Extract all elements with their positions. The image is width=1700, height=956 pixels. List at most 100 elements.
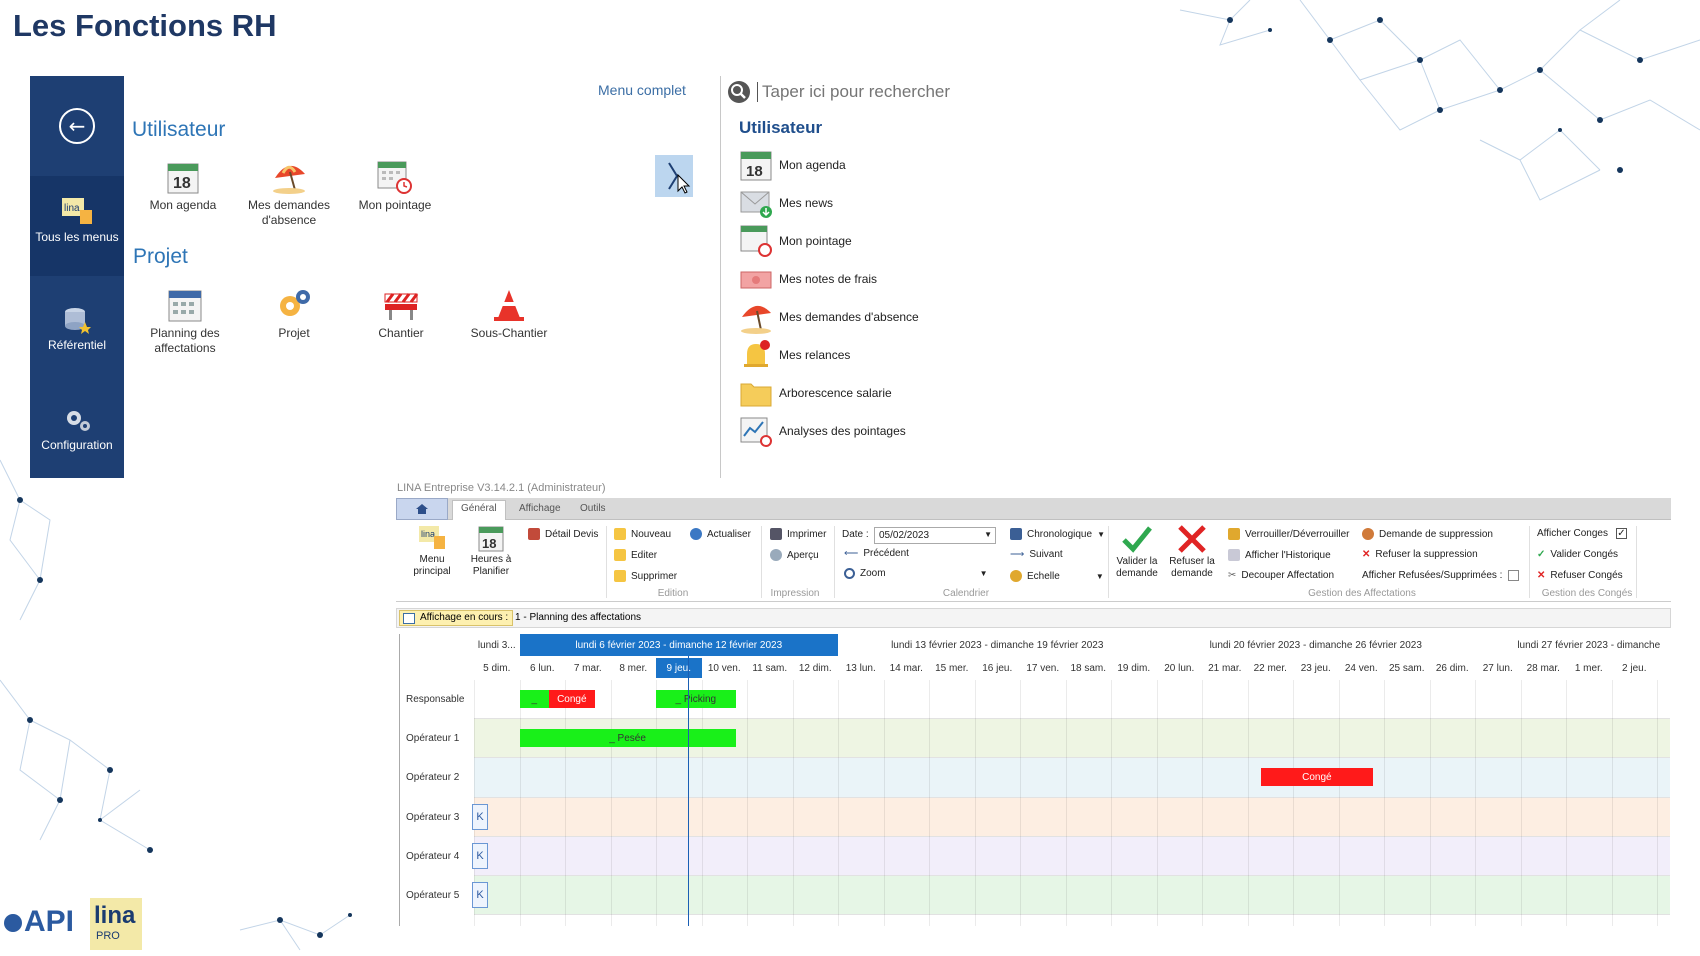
day-header[interactable]: 28 mar. <box>1521 658 1567 678</box>
list-item-mes-news[interactable]: Mes news <box>739 186 833 220</box>
day-header[interactable]: 8 mer. <box>611 658 657 678</box>
tile-planning-des-affectations[interactable]: Planning des affectations <box>130 288 240 356</box>
group-label-impression: Impression <box>770 588 820 599</box>
day-header[interactable]: 18 sam. <box>1066 658 1112 678</box>
grid-line <box>1065 680 1067 926</box>
tile-chantier[interactable]: Chantier <box>346 288 456 341</box>
day-header[interactable]: 7 mar. <box>565 658 611 678</box>
day-header[interactable]: 20 lun. <box>1157 658 1203 678</box>
day-header[interactable]: 19 dim. <box>1111 658 1157 678</box>
list-item-mon-agenda[interactable]: 18 Mon agenda <box>739 148 846 182</box>
actualiser-button[interactable]: Actualiser <box>690 528 751 540</box>
day-header[interactable]: 6 lun. <box>520 658 566 678</box>
apercu-button[interactable]: Aperçu <box>770 549 819 561</box>
expand-row-button[interactable]: K <box>472 882 488 908</box>
list-item-mes-notes-de-frais[interactable]: Mes notes de frais <box>739 262 877 296</box>
sidebar-item-configuration[interactable]: Configuration <box>30 388 124 478</box>
day-header[interactable]: 5 dim. <box>474 658 520 678</box>
expand-row-button[interactable]: K <box>472 803 488 830</box>
list-item-mes-demandes-absence[interactable]: Mes demandes d'absence <box>739 300 919 334</box>
demande-suppression-button[interactable]: Demande de suppression <box>1362 528 1493 540</box>
tab-outils[interactable]: Outils <box>572 501 614 516</box>
day-header[interactable]: 16 jeu. <box>975 658 1021 678</box>
list-item-analyses-des-pointages[interactable]: Analyses des pointages <box>739 414 906 448</box>
day-header[interactable]: 11 sam. <box>747 658 793 678</box>
day-header[interactable]: 23 jeu. <box>1293 658 1339 678</box>
resource-label: Responsable <box>406 694 465 706</box>
list-item-mes-relances[interactable]: Mes relances <box>739 338 850 372</box>
search-input[interactable] <box>757 82 1017 102</box>
sidebar-item-referentiel[interactable]: Référentiel <box>30 288 124 378</box>
group-label-calendrier: Calendrier <box>942 588 990 599</box>
tab-general[interactable]: Général <box>452 500 506 521</box>
supprimer-button[interactable]: Supprimer <box>614 570 677 582</box>
day-header[interactable]: 10 ven. <box>702 658 748 678</box>
afficher-historique-button[interactable]: Afficher l'Historique <box>1228 549 1331 561</box>
search-row <box>727 80 1017 104</box>
tile-projet[interactable]: Projet <box>239 288 349 341</box>
day-header[interactable]: 21 mar. <box>1202 658 1248 678</box>
nouveau-button[interactable]: Nouveau <box>614 528 671 540</box>
decouper-affectation-button[interactable]: ✂ Decouper Affectation <box>1228 570 1334 581</box>
valider-demande-button[interactable]: Valider la demande <box>1112 524 1162 580</box>
zoom-button[interactable]: Zoom ▼ <box>844 568 987 579</box>
suivant-button[interactable]: ⟶ Suivant <box>1010 549 1063 560</box>
day-header[interactable]: 1 mer. <box>1566 658 1612 678</box>
heures-a-planifier-button[interactable]: 18 Heures à Planifier <box>466 524 516 578</box>
day-header[interactable]: 14 mar. <box>884 658 930 678</box>
tile-mon-agenda[interactable]: 18 Mon agenda <box>128 160 238 213</box>
tile-mon-pointage[interactable]: Mon pointage <box>340 160 450 213</box>
task-bar[interactable]: Congé <box>549 690 595 708</box>
day-header[interactable]: 13 lun. <box>838 658 884 678</box>
chronologique-dropdown[interactable]: Chronologique ▼ <box>1010 528 1105 540</box>
day-header[interactable]: 15 mer. <box>929 658 975 678</box>
checkmark-icon <box>1122 526 1152 553</box>
grid-line <box>747 680 748 926</box>
list-item-arborescence-salarie[interactable]: Arborescence salarie <box>739 376 892 410</box>
valider-conges-button[interactable]: ✓ Valider Congés <box>1537 549 1618 560</box>
day-header[interactable]: 9 jeu. <box>656 658 702 678</box>
editer-button[interactable]: Editer <box>614 549 657 561</box>
tile-sous-chantier[interactable]: Sous-Chantier <box>454 288 564 341</box>
folder-icon <box>740 383 772 407</box>
refuser-demande-button[interactable]: Refuser la demande <box>1164 524 1220 580</box>
day-header[interactable]: 24 ven. <box>1339 658 1385 678</box>
task-bar[interactable]: Congé <box>1261 768 1373 787</box>
afficher-conges-toggle[interactable]: Afficher Conges ✓ <box>1537 528 1627 539</box>
echelle-dropdown[interactable]: Echelle ▼ <box>1010 570 1104 582</box>
task-bar[interactable]: _ Pesée <box>519 729 736 748</box>
back-button[interactable]: ← <box>30 76 124 176</box>
menu-principal-button[interactable]: lina Menu principal <box>400 524 464 578</box>
task-bar[interactable]: _ Picking <box>656 690 736 708</box>
menu-complet-link[interactable]: Menu complet <box>598 82 686 98</box>
verrouiller-button[interactable]: Verrouiller/Déverrouiller <box>1228 528 1349 540</box>
tile-mes-demandes-absence[interactable]: Mes demandes d'absence <box>234 160 344 228</box>
imprimer-button[interactable]: Imprimer <box>770 528 826 540</box>
day-header[interactable]: 3 <box>1657 658 1671 678</box>
detail-devis-button[interactable]: Détail Devis <box>528 528 598 540</box>
tab-affichage[interactable]: Affichage <box>511 501 569 516</box>
task-bar[interactable]: _ <box>519 690 550 708</box>
checkbox-unchecked[interactable] <box>1508 570 1520 581</box>
list-item-mon-pointage[interactable]: Mon pointage <box>739 224 852 258</box>
day-header[interactable]: 25 sam. <box>1384 658 1430 678</box>
afficher-refusees-toggle[interactable]: Afficher Refusées/Supprimées : <box>1362 570 1520 581</box>
refuser-suppression-button[interactable]: ✕ Refuser la suppression <box>1362 549 1478 560</box>
day-header[interactable]: 12 dim. <box>793 658 839 678</box>
collapse-panel-button[interactable] <box>655 155 693 197</box>
svg-text:lina: lina <box>64 203 80 214</box>
expand-row-button[interactable]: K <box>472 842 488 869</box>
precedent-button[interactable]: ⟵ Précédent <box>844 548 909 559</box>
history-icon <box>1228 549 1240 561</box>
day-header[interactable]: 2 jeu. <box>1612 658 1658 678</box>
refuser-conges-button[interactable]: ✕ Refuser Congés <box>1537 570 1623 581</box>
day-header[interactable]: 17 ven. <box>1020 658 1066 678</box>
sidebar-item-tous-les-menus[interactable]: lina Tous les menus <box>30 176 124 276</box>
day-header[interactable]: 27 lun. <box>1475 658 1521 678</box>
day-header[interactable]: 22 mer. <box>1248 658 1294 678</box>
lock-icon <box>1228 528 1240 540</box>
checkbox-checked[interactable]: ✓ <box>1615 528 1627 539</box>
home-tab[interactable] <box>396 498 448 520</box>
day-header[interactable]: 26 dim. <box>1430 658 1476 678</box>
date-picker[interactable]: 05/02/2023 ▼ <box>874 527 996 544</box>
